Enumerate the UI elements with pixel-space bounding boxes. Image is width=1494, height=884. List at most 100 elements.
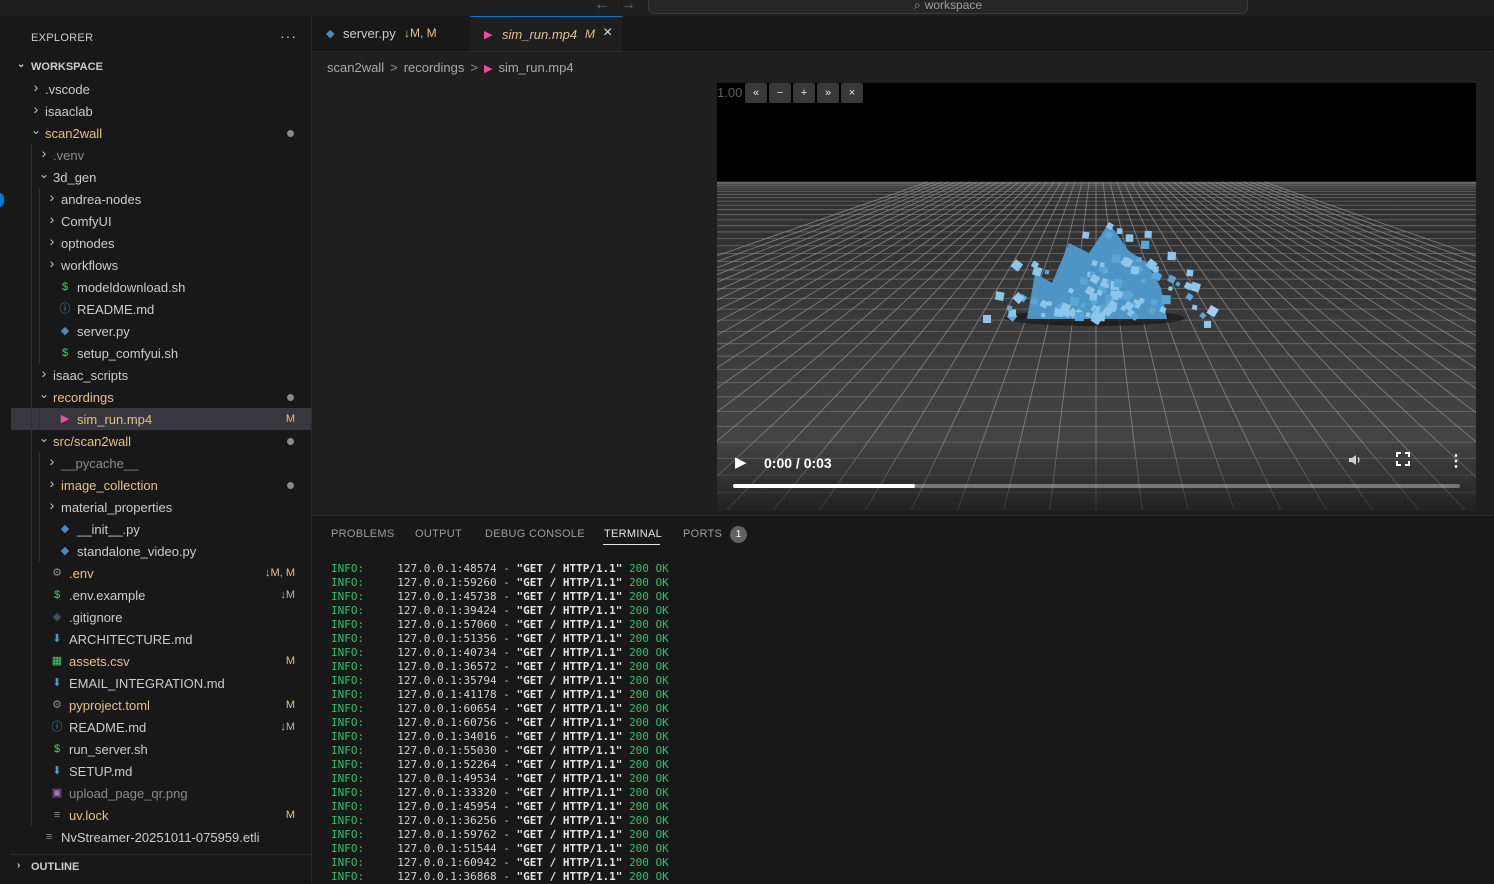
tree-folder[interactable]: › workflows [11, 254, 311, 276]
speed-slowest-button[interactable]: « [745, 83, 767, 103]
request-line: "GET / HTTP/1.1" [516, 758, 623, 771]
tree-file[interactable]: ◆ __init__.py [11, 518, 311, 540]
outline-section-header[interactable]: › OUTLINE [11, 854, 311, 879]
tree-item-label: image_collection [61, 478, 158, 493]
client-address: 127.0.0.1:57060 [397, 618, 497, 631]
client-address: 127.0.0.1:60654 [397, 702, 497, 715]
request-line: "GET / HTTP/1.1" [516, 828, 623, 841]
close-icon[interactable]: × [603, 24, 612, 42]
tree-folder[interactable]: › .venv [11, 144, 311, 166]
speed-decrease-button[interactable]: − [769, 83, 791, 103]
more-options-icon[interactable]: ⋮ [1448, 451, 1464, 471]
tree-item-label: setup_comfyui.sh [77, 346, 179, 361]
status-code: 200 OK [629, 618, 669, 631]
tab-sim-run-mp4[interactable]: ▶ sim_run.mp4 M × [470, 16, 622, 51]
cube [1167, 251, 1177, 261]
terminal-line: INFO: 127.0.0.1:45738 - "GET / HTTP/1.1"… [331, 590, 669, 603]
tab-ports[interactable]: PORTS [683, 528, 722, 540]
tree-folder[interactable]: › andrea-nodes [11, 188, 311, 210]
status-code: 200 OK [629, 842, 669, 855]
video-progress-bar[interactable] [733, 484, 1460, 488]
more-actions-icon[interactable]: ··· [280, 28, 297, 44]
tree-folder[interactable]: › __pycache__ [11, 452, 311, 474]
cube [1204, 321, 1211, 328]
status-code: 200 OK [629, 786, 669, 799]
git-status-badge: M [285, 809, 295, 821]
tab-debug-console[interactable]: DEBUG CONSOLE [485, 528, 585, 540]
tree-file[interactable]: $ modeldownload.sh [11, 276, 311, 298]
modified-dot-icon [287, 438, 294, 445]
tree-folder[interactable]: › .vscode [11, 78, 311, 100]
tree-item-label: EMAIL_INTEGRATION.md [69, 676, 225, 691]
indent-guide [31, 562, 32, 584]
breadcrumb-item[interactable]: scan2wall [327, 60, 384, 75]
tab-label: sim_run.mp4 [502, 27, 578, 42]
tree-folder[interactable]: › isaaclab [11, 100, 311, 122]
indent-guide [31, 276, 32, 298]
tree-folder[interactable]: › isaac_scripts [11, 364, 311, 386]
workspace-section-header[interactable]: ⌄ WORKSPACE [11, 56, 311, 78]
tree-file[interactable]: ▣ upload_page_qr.png [11, 782, 311, 804]
breadcrumb-item[interactable]: sim_run.mp4 [498, 60, 573, 75]
speed-increase-button[interactable]: + [793, 83, 815, 103]
cube [1099, 262, 1105, 268]
video-progress-fill [733, 484, 915, 488]
tree-item-label: server.py [77, 324, 130, 339]
tab-problems[interactable]: PROBLEMS [331, 528, 395, 540]
tree-folder[interactable]: › material_properties [11, 496, 311, 518]
tree-file[interactable]: ⬇ ARCHITECTURE.md [11, 628, 311, 650]
arrow-left-icon[interactable]: ← [594, 0, 610, 14]
tree-file[interactable]: ◆ standalone_video.py [11, 540, 311, 562]
terminal-output[interactable]: INFO: 127.0.0.1:48574 - "GET / HTTP/1.1"… [331, 562, 669, 884]
tab-terminal[interactable]: TERMINAL [604, 528, 662, 540]
request-line: "GET / HTTP/1.1" [516, 590, 623, 603]
log-level: INFO: [331, 856, 365, 869]
tree-file[interactable]: ≡ uv.lock M [11, 804, 311, 826]
tree-file[interactable]: ⚙ pyproject.toml M [11, 694, 311, 716]
tree-file[interactable]: $ setup_comfyui.sh [11, 342, 311, 364]
cube [1074, 312, 1084, 322]
speed-close-button[interactable]: × [841, 83, 863, 103]
tree-folder[interactable]: › ComfyUI [11, 210, 311, 232]
tree-file[interactable]: ◆ .gitignore [11, 606, 311, 628]
tree-file[interactable]: ▶ sim_run.mp4 M [11, 408, 311, 430]
speed-fastest-button[interactable]: » [817, 83, 839, 103]
tree-folder[interactable]: ⌄ src/scan2wall [11, 430, 311, 452]
tab-server-py[interactable]: ◆ server.py ↓M, M [312, 16, 470, 51]
tree-file[interactable]: ⬇ SETUP.md [11, 760, 311, 782]
tree-folder[interactable]: › optnodes [11, 232, 311, 254]
tree-folder[interactable]: ⌄ recordings [11, 386, 311, 408]
terminal-line: INFO: 127.0.0.1:59260 - "GET / HTTP/1.1"… [331, 576, 669, 589]
log-level: INFO: [331, 716, 365, 729]
arrow-right-icon[interactable]: → [620, 0, 636, 14]
chevron-down-icon: ⌄ [39, 387, 50, 401]
git-status-badge: ↓M, M [265, 567, 295, 579]
tree-file[interactable]: ⚙ .env ↓M, M [11, 562, 311, 584]
tree-file[interactable]: ⬇ EMAIL_INTEGRATION.md [11, 672, 311, 694]
tree-item-label: .env [69, 566, 94, 581]
play-icon[interactable]: ▶ [735, 453, 747, 471]
tree-file[interactable]: $ .env.example ↓M [11, 584, 311, 606]
status-code: 200 OK [629, 716, 669, 729]
tree-file[interactable]: ▦ assets.csv M [11, 650, 311, 672]
tree-file[interactable]: ≡ NvStreamer-20251011-075959.etli [11, 826, 311, 848]
status-code: 200 OK [629, 604, 669, 617]
tree-file[interactable]: $ run_server.sh [11, 738, 311, 760]
active-tab-indicator [603, 544, 660, 545]
tree-folder[interactable]: ⌄ 3d_gen [11, 166, 311, 188]
file-type-icon: ≡ [45, 831, 53, 843]
indent-guide [31, 540, 32, 562]
chevron-right-icon: › [33, 79, 39, 95]
command-center-search[interactable]: ⌕ workspace [648, 0, 1248, 14]
video-file-icon: ▶ [483, 63, 493, 75]
tab-output[interactable]: OUTPUT [415, 528, 462, 540]
tree-file[interactable]: ⓘ README.md ↓M [11, 716, 311, 738]
indent-guide [31, 606, 32, 628]
video-player[interactable]: 1.00 « − + » × ▶ 0:00 / 0:03 ⋮ [717, 83, 1476, 510]
tree-folder[interactable]: › image_collection [11, 474, 311, 496]
breadcrumb-item[interactable]: recordings [404, 60, 465, 75]
tree-folder[interactable]: ⌄ scan2wall [11, 122, 311, 144]
tree-file[interactable]: ⓘ README.md [11, 298, 311, 320]
tree-file[interactable]: ◆ server.py [11, 320, 311, 342]
tree-item-label: modeldownload.sh [77, 280, 186, 295]
